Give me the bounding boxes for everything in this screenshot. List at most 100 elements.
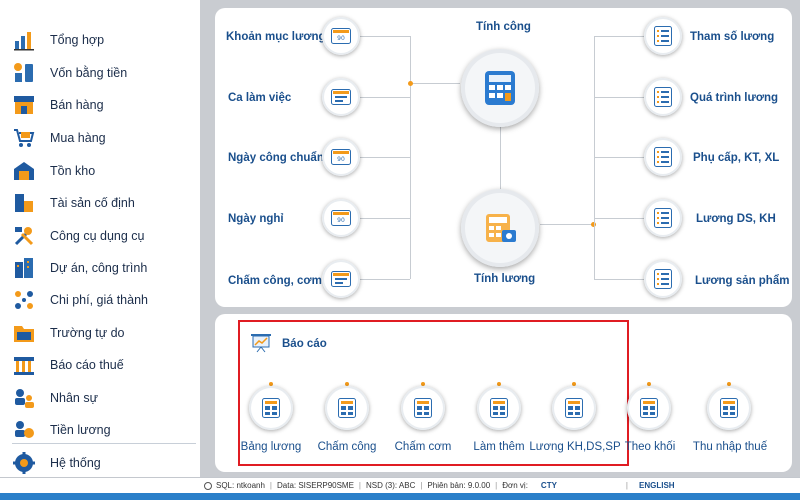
sidebar-item-nhan-su[interactable]: Nhân sự bbox=[12, 384, 196, 412]
chart-icon bbox=[12, 28, 36, 52]
flow-label-qua-trinh-luong[interactable]: Quá trình lương bbox=[690, 92, 778, 104]
calculator-money-icon bbox=[486, 214, 516, 242]
ngay-nghi-button[interactable]: 90 bbox=[322, 199, 360, 237]
connector-line bbox=[358, 36, 410, 37]
sidebar-item-ban-hang[interactable]: Bán hàng bbox=[12, 91, 196, 119]
report-sheet-icon bbox=[338, 398, 356, 418]
flow-label-luong-san-pham[interactable]: Lương sản phẩm bbox=[695, 275, 789, 287]
tinh-luong-button[interactable] bbox=[461, 189, 539, 267]
sidebar-item-tong-hop[interactable]: Tổng hợp bbox=[12, 26, 196, 54]
report-label-cham-cong[interactable]: Chấm công bbox=[318, 441, 377, 453]
tools-icon bbox=[12, 224, 36, 248]
tinh-cong-button[interactable] bbox=[461, 49, 539, 127]
people-icon bbox=[12, 386, 36, 410]
connector-line bbox=[500, 126, 501, 192]
sidebar-item-cong-cu-dung-cu[interactable]: Công cụ dụng cụ bbox=[12, 222, 196, 250]
sidebar-item-mua-hang[interactable]: Mua hàng bbox=[12, 124, 196, 152]
connector-dot bbox=[408, 81, 413, 86]
status-separator: | bbox=[358, 481, 361, 490]
flow-label-luong-ds-kh[interactable]: Lương DS, KH bbox=[696, 213, 776, 225]
status-sql: SQL: ntkoanh bbox=[216, 481, 265, 490]
flow-label-tinh-cong[interactable]: Tính công bbox=[476, 21, 531, 33]
report-presentation-icon bbox=[250, 333, 272, 353]
flow-label-ngay-cong-chuan[interactable]: Ngày công chuẩn bbox=[228, 152, 324, 164]
connector-line bbox=[410, 83, 460, 84]
flow-label-tham-so-luong[interactable]: Tham số lương bbox=[690, 31, 774, 43]
asset-icon bbox=[12, 191, 36, 215]
report-thu-nhap-thue-button[interactable] bbox=[707, 386, 751, 430]
flow-label-ngay-nghi[interactable]: Ngày nghỉ bbox=[228, 213, 284, 225]
report-lam-them-button[interactable] bbox=[477, 386, 521, 430]
status-separator: | bbox=[625, 481, 628, 490]
flow-label-tinh-luong[interactable]: Tính lương bbox=[474, 273, 535, 285]
status-bar: SQL: ntkoanh | Data: SISERP90SME | NSD (3)… bbox=[0, 477, 800, 493]
sidebar-item-label: Tồn kho bbox=[50, 164, 96, 178]
gear-icon bbox=[12, 451, 36, 475]
sidebar-item-label: Chi phí, giá thành bbox=[50, 293, 148, 307]
report-cham-com-button[interactable] bbox=[401, 386, 445, 430]
report-label-bang-luong[interactable]: Bảng lương bbox=[241, 441, 302, 453]
sidebar-item-he-thong[interactable]: Hệ thống bbox=[12, 449, 196, 477]
sidebar-item-tien-luong[interactable]: Tiền lương bbox=[12, 416, 196, 444]
report-cham-cong-button[interactable] bbox=[325, 386, 369, 430]
report-label-cham-com[interactable]: Chấm cơm bbox=[395, 441, 452, 453]
flow-label-ca-lam-viec[interactable]: Ca làm việc bbox=[228, 92, 291, 104]
sidebar-item-ton-kho[interactable]: Tồn kho bbox=[12, 157, 196, 185]
sidebar-item-label: Dự án, công trình bbox=[50, 261, 148, 275]
report-label-thu-nhap-thue[interactable]: Thu nhập thuế bbox=[693, 441, 767, 453]
connector-line bbox=[358, 218, 410, 219]
sidebar-item-bao-cao-thue[interactable]: Báo cáo thuế bbox=[12, 351, 196, 379]
report-label-theo-khoi[interactable]: Theo khối bbox=[625, 441, 676, 453]
report-sheet-icon bbox=[262, 398, 280, 418]
status-indicator-icon bbox=[204, 481, 212, 490]
report-sheet-icon bbox=[640, 398, 658, 418]
luong-san-pham-button[interactable] bbox=[644, 260, 682, 298]
sidebar-item-label: Tổng hợp bbox=[50, 33, 105, 47]
sidebar-item-label: Trường tự do bbox=[50, 326, 125, 340]
qua-trinh-luong-button[interactable] bbox=[644, 78, 682, 116]
sidebar-item-label: Tài sản cố định bbox=[50, 196, 135, 210]
tham-so-luong-button[interactable] bbox=[644, 17, 682, 55]
luong-ds-kh-button[interactable] bbox=[644, 199, 682, 237]
svg-text:90: 90 bbox=[337, 156, 345, 163]
salary-icon bbox=[12, 418, 36, 442]
connector-line bbox=[594, 218, 644, 219]
status-data: Data: SISERP90SME bbox=[277, 481, 354, 490]
phu-cap-kt-xl-button[interactable] bbox=[644, 138, 682, 176]
flow-label-phu-cap-kt-xl[interactable]: Phụ cấp, KT, XL bbox=[693, 152, 779, 164]
flow-label-cham-cong-com[interactable]: Chấm công, cơm bbox=[228, 275, 322, 287]
report-theo-khoi-button[interactable] bbox=[627, 386, 671, 430]
report-sheet-icon bbox=[720, 398, 738, 418]
status-unit[interactable]: CTY bbox=[541, 481, 621, 490]
connector-line bbox=[358, 157, 410, 158]
sidebar-item-du-an-cong-trinh[interactable]: Dự án, công trình bbox=[12, 254, 196, 282]
salary-table-icon: 90 bbox=[331, 210, 351, 226]
sidebar-item-chi-phi-gia-thanh[interactable]: Chi phí, giá thành bbox=[12, 286, 196, 314]
report-bang-luong-button[interactable] bbox=[249, 386, 293, 430]
khoan-muc-luong-button[interactable]: 90 bbox=[322, 17, 360, 55]
sidebar-item-label: Tiền lương bbox=[50, 422, 111, 437]
flow-label-khoan-muc-luong[interactable]: Khoản mục lương bbox=[226, 31, 326, 43]
sidebar-item-label: Vốn bằng tiền bbox=[50, 66, 128, 80]
sidebar-item-label: Công cụ dụng cụ bbox=[50, 229, 145, 243]
sidebar-item-von-bang-tien[interactable]: Vốn bằng tiền bbox=[12, 59, 196, 87]
status-separator: | bbox=[495, 481, 498, 490]
sidebar-item-truong-tu-do[interactable]: Trường tự do bbox=[12, 319, 196, 347]
report-label-lam-them[interactable]: Làm thêm bbox=[473, 441, 524, 453]
language-toggle[interactable]: ENGLISH bbox=[639, 481, 675, 490]
salary-table-icon: 90 bbox=[331, 149, 351, 165]
cham-cong-com-button[interactable] bbox=[322, 260, 360, 298]
calculator-icon bbox=[485, 71, 515, 105]
bottom-strip bbox=[0, 493, 800, 500]
connector-line bbox=[540, 224, 594, 225]
connector-line bbox=[410, 36, 411, 279]
sidebar-item-tai-san-co-dinh[interactable]: Tài sản cố định bbox=[12, 189, 196, 217]
report-sheet-icon bbox=[490, 398, 508, 418]
warehouse-icon bbox=[12, 159, 36, 183]
ngay-cong-chuan-button[interactable]: 90 bbox=[322, 138, 360, 176]
report-label-luong-kh-ds-sp[interactable]: Lương KH,DS,SP bbox=[529, 441, 620, 453]
ca-lam-viec-button[interactable] bbox=[322, 78, 360, 116]
sidebar-item-label: Báo cáo thuế bbox=[50, 358, 124, 372]
sidebar-item-label: Hệ thống bbox=[50, 456, 101, 470]
report-luong-kh-ds-sp-button[interactable] bbox=[552, 386, 596, 430]
